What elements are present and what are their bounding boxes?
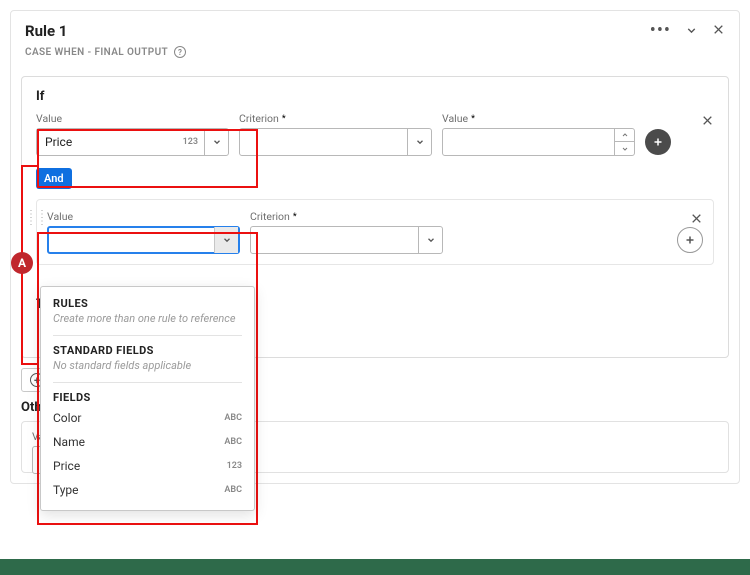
value-type-badge: 123 — [183, 137, 204, 147]
value2-label: Value* — [442, 112, 635, 125]
if-title: If — [36, 89, 714, 104]
dropdown-item-name[interactable]: NameABC — [53, 430, 242, 454]
criterion-label: Criterion* — [250, 210, 443, 223]
dropdown-item-type[interactable]: TypeABC — [53, 478, 242, 502]
value-select-text: Price — [37, 135, 183, 149]
dropdown-rules-note: Create more than one rule to reference — [53, 312, 242, 327]
dropdown-item-price[interactable]: Price123 — [53, 454, 242, 478]
criterion-select[interactable] — [250, 226, 443, 254]
value-dropdown-menu[interactable]: RULES Create more than one rule to refer… — [40, 286, 255, 511]
more-icon[interactable]: ••• — [650, 22, 671, 40]
value-label: Value — [36, 112, 229, 125]
value-select-open[interactable] — [47, 226, 240, 254]
rule-subtitle-row: CASE WHEN - FINAL OUTPUT ? — [11, 44, 739, 68]
dropdown-standard-note: No standard fields applicable — [53, 359, 242, 374]
rule-title: Rule 1 — [25, 22, 650, 40]
help-icon[interactable]: ? — [174, 46, 186, 58]
remove-condition-icon[interactable] — [701, 112, 714, 131]
dropdown-section-standard: STANDARD FIELDS — [53, 344, 242, 357]
remove-condition-icon[interactable] — [690, 210, 703, 229]
drag-handle-icon[interactable]: ⋮⋮⋮⋮ — [26, 211, 48, 225]
criterion-column: Criterion* — [250, 210, 443, 254]
dropdown-section-fields: FIELDS — [53, 391, 242, 404]
close-icon[interactable] — [712, 21, 725, 40]
add-condition-button[interactable] — [677, 227, 703, 253]
rule-subtitle: CASE WHEN - FINAL OUTPUT — [25, 47, 168, 58]
chevron-down-icon[interactable] — [418, 227, 442, 253]
rule-header-actions: ••• — [650, 21, 725, 40]
value-column: Value — [47, 210, 240, 254]
dropdown-item-color[interactable]: ColorABC — [53, 406, 242, 430]
footer-bar — [0, 559, 750, 575]
rule-header: Rule 1 ••• — [11, 11, 739, 44]
annotation-marker-a: A — [11, 252, 33, 274]
and-operator-pill[interactable]: And — [36, 168, 72, 189]
value2-column: Value* — [442, 112, 635, 156]
condition-row: Value Price 123 Criterion* — [36, 112, 714, 156]
chevron-down-icon[interactable] — [407, 129, 431, 155]
criterion-column: Criterion* — [239, 112, 432, 156]
stepper-up-icon[interactable] — [615, 129, 634, 142]
add-condition-button[interactable] — [645, 129, 671, 155]
stepper-down-icon[interactable] — [615, 142, 634, 155]
collapse-icon[interactable] — [685, 24, 698, 37]
criterion-select[interactable] — [239, 128, 432, 156]
number-stepper[interactable] — [614, 129, 634, 155]
chevron-down-icon[interactable] — [204, 129, 228, 155]
criterion-label: Criterion* — [239, 112, 432, 125]
dropdown-section-rules: RULES — [53, 297, 242, 310]
value-column: Value Price 123 — [36, 112, 229, 156]
condition-group: ⋮⋮⋮⋮ Value — [36, 199, 714, 265]
chevron-down-icon[interactable] — [214, 227, 238, 253]
condition-row: Value Criterion* — [47, 210, 703, 254]
value-label: Value — [47, 210, 240, 223]
value-select[interactable]: Price 123 — [36, 128, 229, 156]
value2-input[interactable] — [442, 128, 635, 156]
